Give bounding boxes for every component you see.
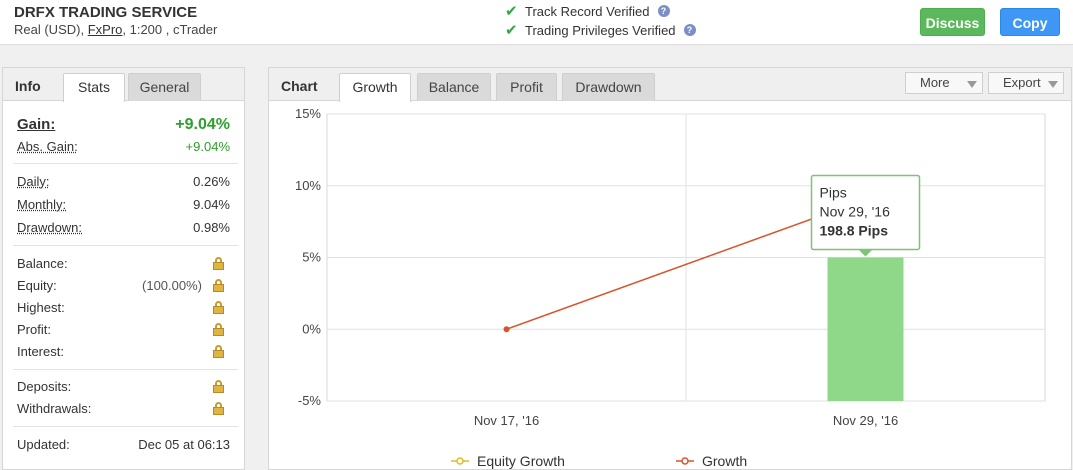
info-tabbar: Info Stats General <box>3 68 244 102</box>
monthly-value: 9.04% <box>193 197 230 212</box>
system-header: DRFX TRADING SERVICE Real (USD), FxPro, … <box>0 0 1073 45</box>
profit-label: Profit: <box>17 322 51 337</box>
y-tick-label: 5% <box>302 250 321 265</box>
abs-gain-row: Abs. Gain: +9.04% <box>17 139 230 159</box>
monthly-row: Monthly: 9.04% <box>17 197 230 217</box>
legend-label: Equity Growth <box>477 453 565 469</box>
chart-title: Chart <box>281 78 318 94</box>
legend-label: Growth <box>702 453 747 469</box>
profit-row: Profit: <box>17 322 230 342</box>
tab-drawdown[interactable]: Drawdown <box>562 73 655 101</box>
divider <box>13 245 238 246</box>
lock-icon <box>213 279 224 292</box>
monthly-label[interactable]: Monthly: <box>17 197 66 212</box>
lock-icon <box>213 345 224 358</box>
tab-general[interactable]: General <box>128 73 201 101</box>
highest-row: Highest: <box>17 300 230 320</box>
deposits-row: Deposits: <box>17 379 230 399</box>
divider <box>13 163 238 164</box>
check-icon: ✔ <box>505 22 518 39</box>
system-name: DRFX TRADING SERVICE <box>14 4 198 21</box>
y-tick-label: 10% <box>295 178 321 193</box>
export-label: Export <box>1003 75 1041 90</box>
gain-label[interactable]: Gain: <box>17 116 55 133</box>
chart-tabbar: Chart Growth Balance Profit Drawdown Mor… <box>269 68 1071 102</box>
tooltip-value: 198.8 Pips <box>820 223 889 239</box>
x-tick-label: Nov 29, '16 <box>833 413 898 428</box>
growth-chart[interactable]: 15% 10% 5% 0% -5% Nov 17, '16 Nov 29, '16 Pips N… <box>269 101 1071 470</box>
tab-stats[interactable]: Stats <box>63 73 125 102</box>
daily-row: Daily: 0.26% <box>17 174 230 194</box>
daily-label[interactable]: Daily: <box>17 174 50 189</box>
drawdown-label[interactable]: Drawdown: <box>17 220 82 235</box>
y-tick-label: 0% <box>302 321 321 336</box>
legend-marker <box>681 457 689 465</box>
copy-button[interactable]: Copy <box>1000 8 1060 36</box>
check-icon: ✔ <box>505 3 518 20</box>
chevron-down-icon <box>967 81 977 88</box>
leverage-platform: , 1:200 , cTrader <box>122 22 218 37</box>
deposits-label: Deposits: <box>17 379 72 394</box>
balance-row: Balance: <box>17 256 230 276</box>
updated-value: Dec 05 at 06:13 <box>138 437 230 452</box>
equity-row: Equity: (100.00%) <box>17 278 230 298</box>
equity-label: Equity: <box>17 278 57 293</box>
account-type: Real (USD), <box>14 22 85 37</box>
lock-icon <box>213 402 224 415</box>
y-tick-label: -5% <box>298 393 322 408</box>
account-info: Real (USD), FxPro, 1:200 , cTrader <box>14 22 217 37</box>
question-icon[interactable]: ? <box>683 24 696 36</box>
x-tick-label: Nov 17, '16 <box>474 413 539 428</box>
updated-label: Updated: <box>17 437 70 452</box>
drawdown-row: Drawdown: 0.98% <box>17 220 230 240</box>
growth-point <box>503 326 510 333</box>
chart-panel: Chart Growth Balance Profit Drawdown Mor… <box>268 67 1072 470</box>
abs-gain-value: +9.04% <box>185 139 230 154</box>
tooltip-series: Pips <box>820 185 847 201</box>
equity-percent: (100.00%) <box>142 278 202 293</box>
lock-icon <box>213 301 224 314</box>
interest-row: Interest: <box>17 344 230 364</box>
withdrawals-row: Withdrawals: <box>17 401 230 421</box>
divider <box>13 426 238 427</box>
divider <box>13 369 238 370</box>
info-panel: Info Stats General Gain: +9.04% Abs. Gai… <box>2 67 245 470</box>
lock-icon <box>213 323 224 336</box>
legend-marker <box>456 457 464 465</box>
abs-gain-label[interactable]: Abs. Gain: <box>17 139 78 154</box>
withdrawals-label: Withdrawals: <box>17 401 92 416</box>
gain-value: +9.04% <box>175 116 230 133</box>
trading-privileges-label: Trading Privileges Verified <box>525 22 676 38</box>
track-record-label: Track Record Verified <box>525 3 650 19</box>
info-title: Info <box>15 78 41 94</box>
highest-label: Highest: <box>17 300 65 315</box>
bar-pips <box>827 257 904 401</box>
y-tick-label: 15% <box>295 106 321 121</box>
updated-row: Updated: Dec 05 at 06:13 <box>17 437 230 457</box>
trading-privileges-verified: ✔ Trading Privileges Verified ? <box>505 21 696 39</box>
tab-growth[interactable]: Growth <box>339 73 411 102</box>
export-dropdown[interactable]: Export <box>988 72 1064 94</box>
discuss-button[interactable]: Discuss <box>920 8 985 36</box>
chevron-down-icon <box>1048 81 1058 88</box>
interest-label: Interest: <box>17 344 64 359</box>
lock-icon <box>213 257 224 270</box>
question-icon[interactable]: ? <box>657 5 670 17</box>
drawdown-value: 0.98% <box>193 220 230 235</box>
tooltip-date: Nov 29, '16 <box>820 204 891 220</box>
gain-row: Gain: +9.04% <box>17 116 230 136</box>
track-record-verified: ✔ Track Record Verified ? <box>505 2 670 20</box>
tab-profit[interactable]: Profit <box>496 73 557 101</box>
lock-icon <box>213 380 224 393</box>
more-label: More <box>920 75 950 90</box>
tab-balance[interactable]: Balance <box>417 73 491 101</box>
daily-value: 0.26% <box>193 174 230 189</box>
more-dropdown[interactable]: More <box>905 72 983 94</box>
balance-label: Balance: <box>17 256 68 271</box>
broker-link[interactable]: FxPro <box>88 22 123 37</box>
